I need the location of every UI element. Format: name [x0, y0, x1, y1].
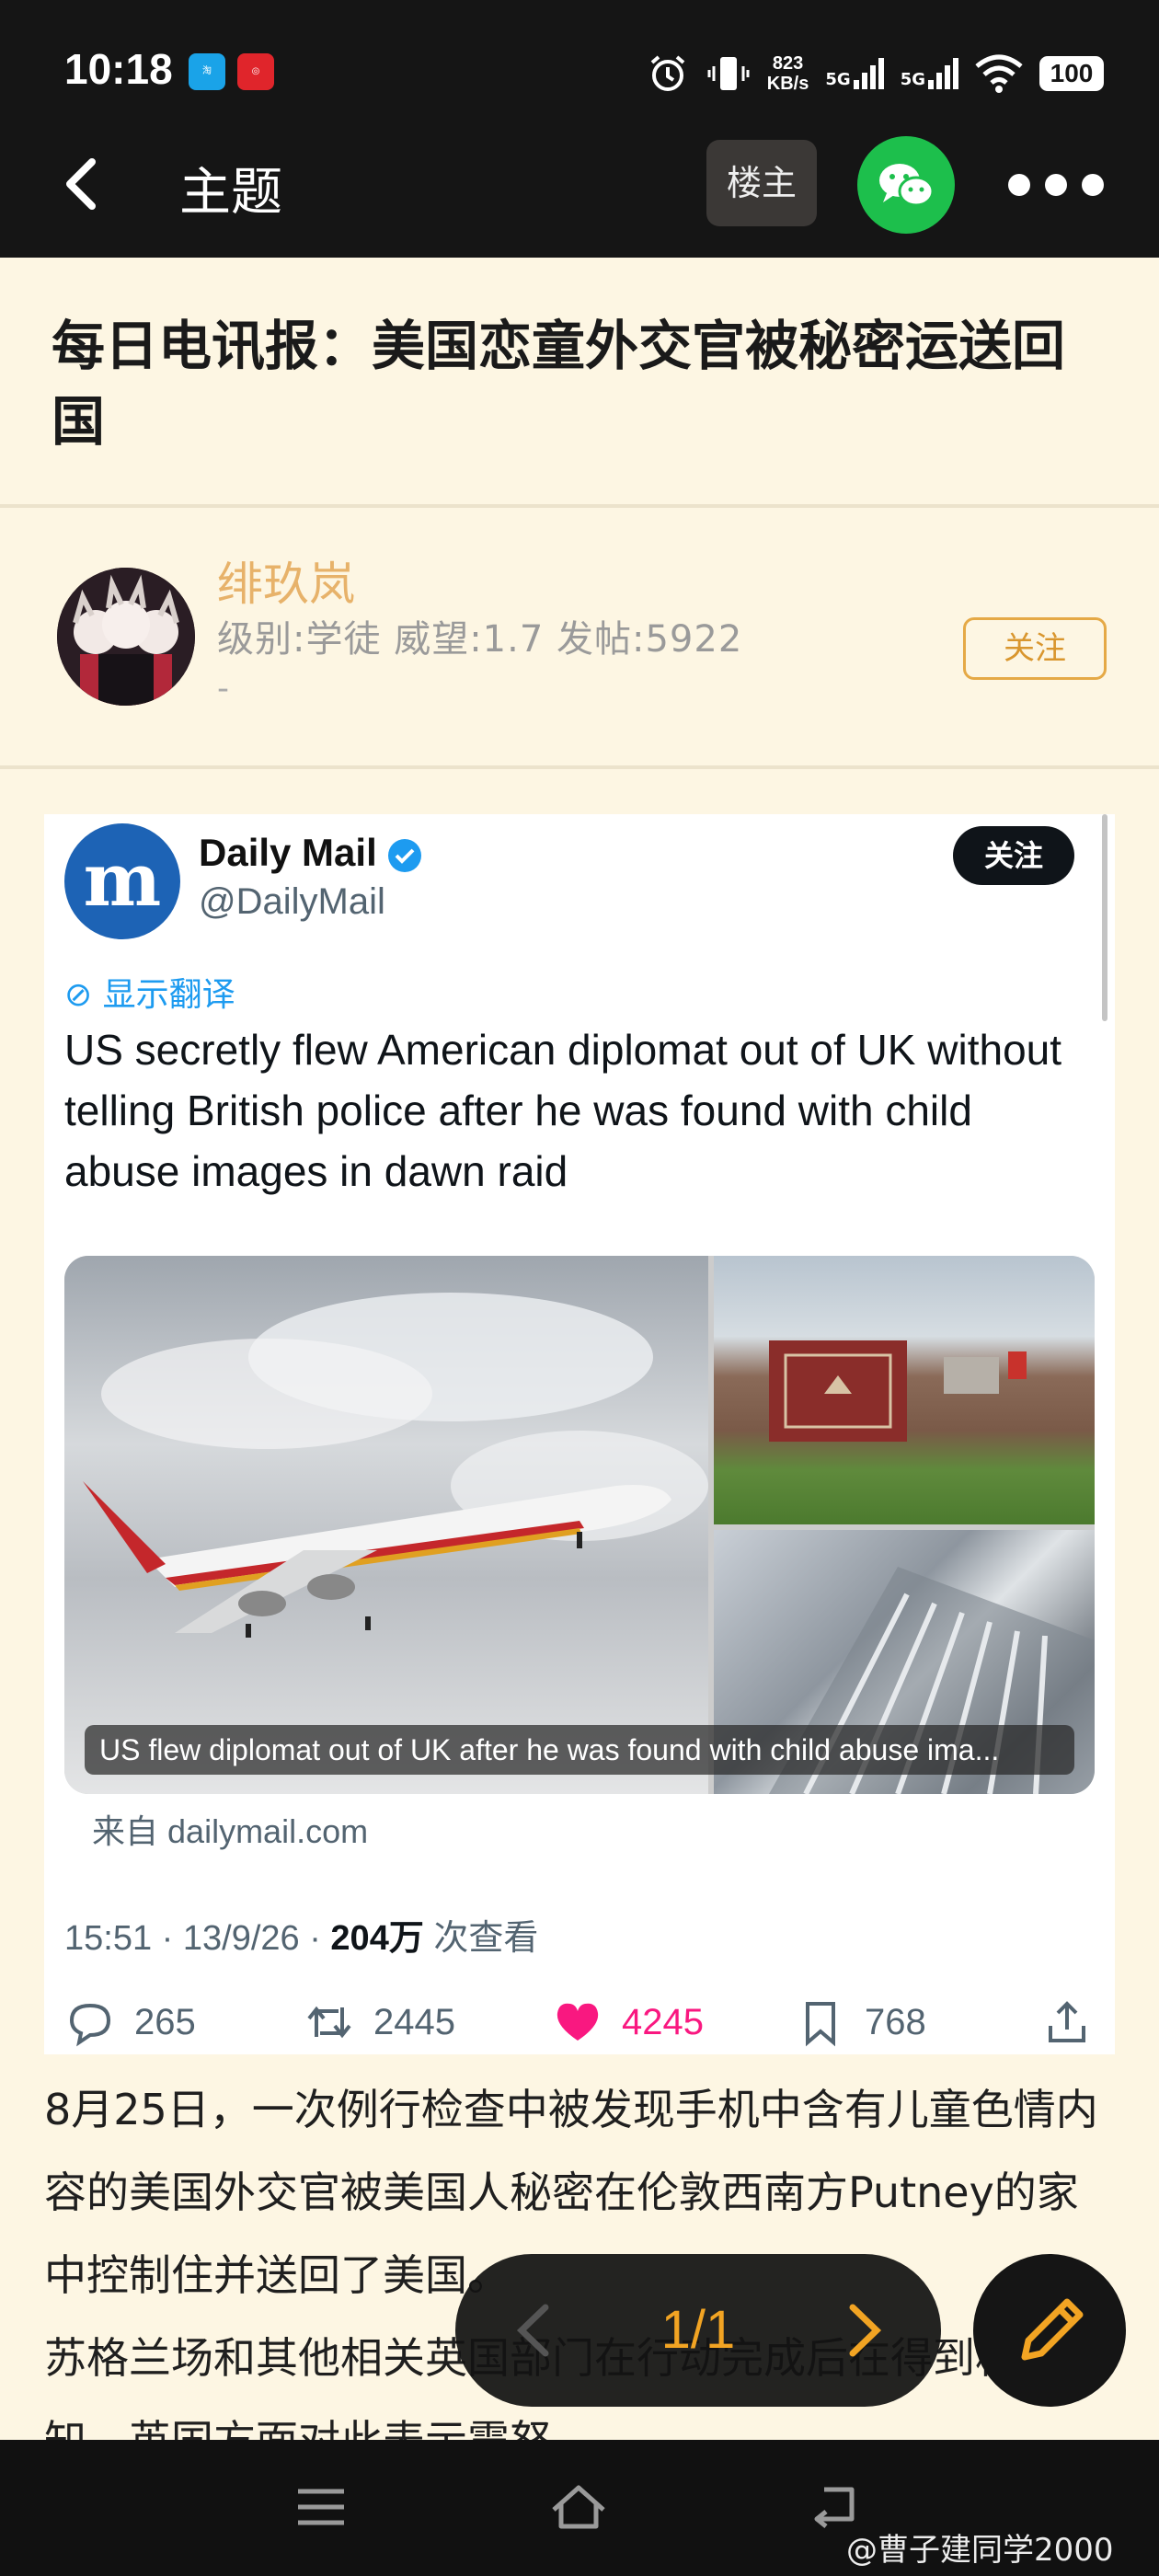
reply-icon: [69, 2003, 111, 2047]
tweet-image: US flew diplomat out of UK after he was …: [64, 1256, 1095, 1794]
daily-mail-logo-icon: m: [64, 823, 180, 939]
network-speed-value: 823: [772, 53, 804, 74]
app-bar: [0, 147, 1159, 258]
tweet-follow-button: 关注: [953, 826, 1074, 885]
raf-fairford-photo: [714, 1256, 1095, 1524]
status-time: 10:18: [64, 45, 173, 93]
signal-sim1: 5G: [825, 58, 884, 89]
next-page-button[interactable]: [840, 2302, 888, 2359]
reply-action: 265: [64, 1990, 196, 2054]
airplane-photo: [64, 1256, 708, 1794]
taobao-notification-icon: 淘: [189, 53, 225, 90]
source-prefix: 来自: [92, 1812, 159, 1850]
signal-bars-icon: [853, 58, 884, 89]
pencil-icon: [1021, 2298, 1084, 2361]
bookmark-count: 768: [865, 2001, 926, 2042]
views-count: 204万: [330, 1919, 424, 1958]
more-dot-icon: [1008, 174, 1030, 196]
alarm-icon: [650, 55, 685, 91]
link-source: 来自 dailymail.com: [92, 1805, 368, 1853]
home-icon[interactable]: [548, 2477, 609, 2537]
author-signature: -: [217, 670, 229, 707]
battery-indicator: 100: [1039, 56, 1104, 91]
translate-label: 显示翻译: [102, 976, 235, 1014]
share-icon: [1049, 2001, 1085, 2042]
signal-sim2: 5G: [901, 58, 958, 89]
bookmark-action: 768: [795, 1990, 926, 2054]
source-domain: dailymail.com: [167, 1812, 369, 1850]
tweet-time-text: 15:51 · 13/9/26 ·: [64, 1919, 331, 1958]
vibrate-icon: [707, 57, 750, 90]
tweet-timestamp: 15:51 · 13/9/26 · 204万 次查看: [64, 1909, 538, 1960]
tweet-account-name: Daily Mail: [199, 831, 377, 874]
reply-edit-button[interactable]: [973, 2254, 1126, 2407]
signal-bars-icon: [928, 58, 958, 89]
menu-icon[interactable]: [291, 2477, 351, 2537]
wifi-icon: [975, 54, 1023, 93]
divider: [0, 504, 1159, 508]
prev-page-button[interactable]: [511, 2302, 558, 2359]
retweet-count: 2445: [373, 2001, 455, 2042]
share-action: [1041, 1990, 1093, 2054]
owner-only-button[interactable]: 楼主: [706, 140, 817, 226]
wechat-icon: [879, 164, 935, 207]
status-icons: 823 KB/s 5G 5G 100: [646, 48, 1104, 99]
retweet-action: 2445: [304, 1990, 455, 2054]
screenshot-scrollbar: [1102, 814, 1107, 1021]
airplane-illustration: [83, 1293, 708, 1638]
translate-icon: ⊘: [64, 976, 93, 1014]
bookmark-icon: [806, 2002, 835, 2047]
divider: [0, 765, 1159, 769]
sim1-type: 5G: [825, 70, 851, 89]
retweet-icon: [307, 2006, 351, 2039]
follow-author-button[interactable]: 关注: [963, 617, 1107, 680]
network-speed: 823 KB/s: [767, 53, 809, 94]
page-title: 主题: [179, 163, 282, 223]
image-caption: US flew diplomat out of UK after he was …: [85, 1725, 1074, 1775]
views-label: 次查看: [423, 1919, 539, 1958]
avatar-image: [57, 568, 195, 706]
reply-count: 265: [134, 2001, 196, 2042]
more-dot-icon: [1082, 174, 1104, 196]
page-navigator: 1/1: [455, 2254, 941, 2407]
wechat-share-button[interactable]: [857, 136, 955, 234]
author-meta: 级别:学徒 威望:1.7 发帖:5922: [217, 618, 743, 661]
more-menu-button[interactable]: [1008, 164, 1104, 206]
like-count: 4245: [622, 2001, 704, 2042]
tweet-text: US secretly flew American diplomat out o…: [64, 1026, 1062, 1195]
author-avatar[interactable]: [57, 568, 195, 706]
translate-link: ⊘ 显示翻译: [64, 968, 235, 1016]
base-sign-illustration: [769, 1340, 1027, 1442]
tweet-handle: @DailyMail: [199, 881, 385, 922]
sim2-type: 5G: [900, 70, 925, 89]
like-action: 4245: [552, 1990, 704, 2054]
weibo-watermark: @曹子建同学2000: [846, 2532, 1114, 2569]
back-button[interactable]: [55, 156, 110, 212]
more-dot-icon: [1045, 174, 1067, 196]
app-notification-icon: ◎: [237, 53, 274, 90]
status-bar: 10:18 淘 ◎ 823 KB/s 5G 5G 100: [0, 0, 1159, 147]
network-speed-unit: KB/s: [766, 74, 809, 94]
heart-icon: [557, 2003, 599, 2041]
author-name[interactable]: 绯玖岚: [217, 547, 355, 614]
verified-badge-icon: [388, 839, 421, 872]
thread-title: 每日电讯报：美国恋童外交官被秘密运送回国: [52, 315, 1066, 453]
